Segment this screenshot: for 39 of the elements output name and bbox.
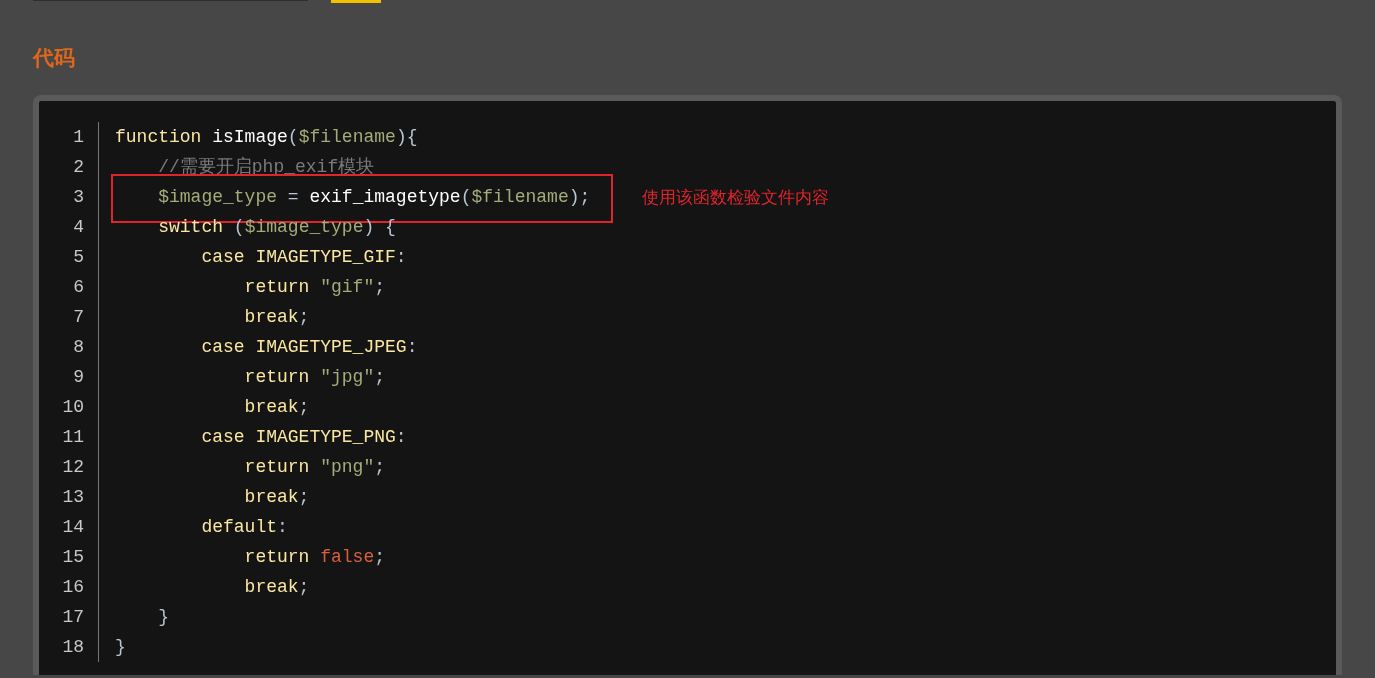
line-number: 5 [72,246,84,269]
line-number: 4 [72,216,84,239]
line-number: 6 [72,276,84,299]
code-line: } [157,606,169,629]
code-line: } [114,636,126,659]
code-line: case IMAGETYPE_JPEG: [200,336,418,359]
code-line: function isImage($filename){ [114,126,418,149]
line-number: 14 [61,516,84,539]
code-line: case IMAGETYPE_GIF: [200,246,407,269]
line-number: 15 [61,546,84,569]
line-number: 18 [61,636,84,659]
tab-indicator [331,0,381,3]
line-number: 1 [72,126,84,149]
code-line: switch ($image_type) { [157,216,396,239]
line-number: 2 [72,156,84,179]
line-number: 13 [61,486,84,509]
line-number: 10 [61,396,84,419]
line-number: 12 [61,456,84,479]
code-line: default: [200,516,288,539]
code-line: return "jpg"; [243,366,386,389]
code-line: case IMAGETYPE_PNG: [200,426,407,449]
code-line: return false; [243,546,386,569]
line-number: 17 [61,606,84,629]
code-line: $image_type = exif_imagetype($filename); [157,186,591,209]
code-line: return "png"; [243,456,386,479]
line-number: 8 [72,336,84,359]
line-number: 16 [61,576,84,599]
annotation-note: 使用该函数检验文件内容 [642,186,829,209]
code-line: break; [243,576,310,599]
code-line: break; [243,486,310,509]
line-number: 7 [72,306,84,329]
code-line: //需要开启php_exif模块 [157,156,375,179]
code-line: break; [243,306,310,329]
line-number: 3 [72,186,84,209]
code-line: break; [243,396,310,419]
line-number: 9 [72,366,84,389]
line-number: 11 [61,426,84,449]
code-line: return "gif"; [243,276,386,299]
section-heading: 代码 [33,45,76,71]
